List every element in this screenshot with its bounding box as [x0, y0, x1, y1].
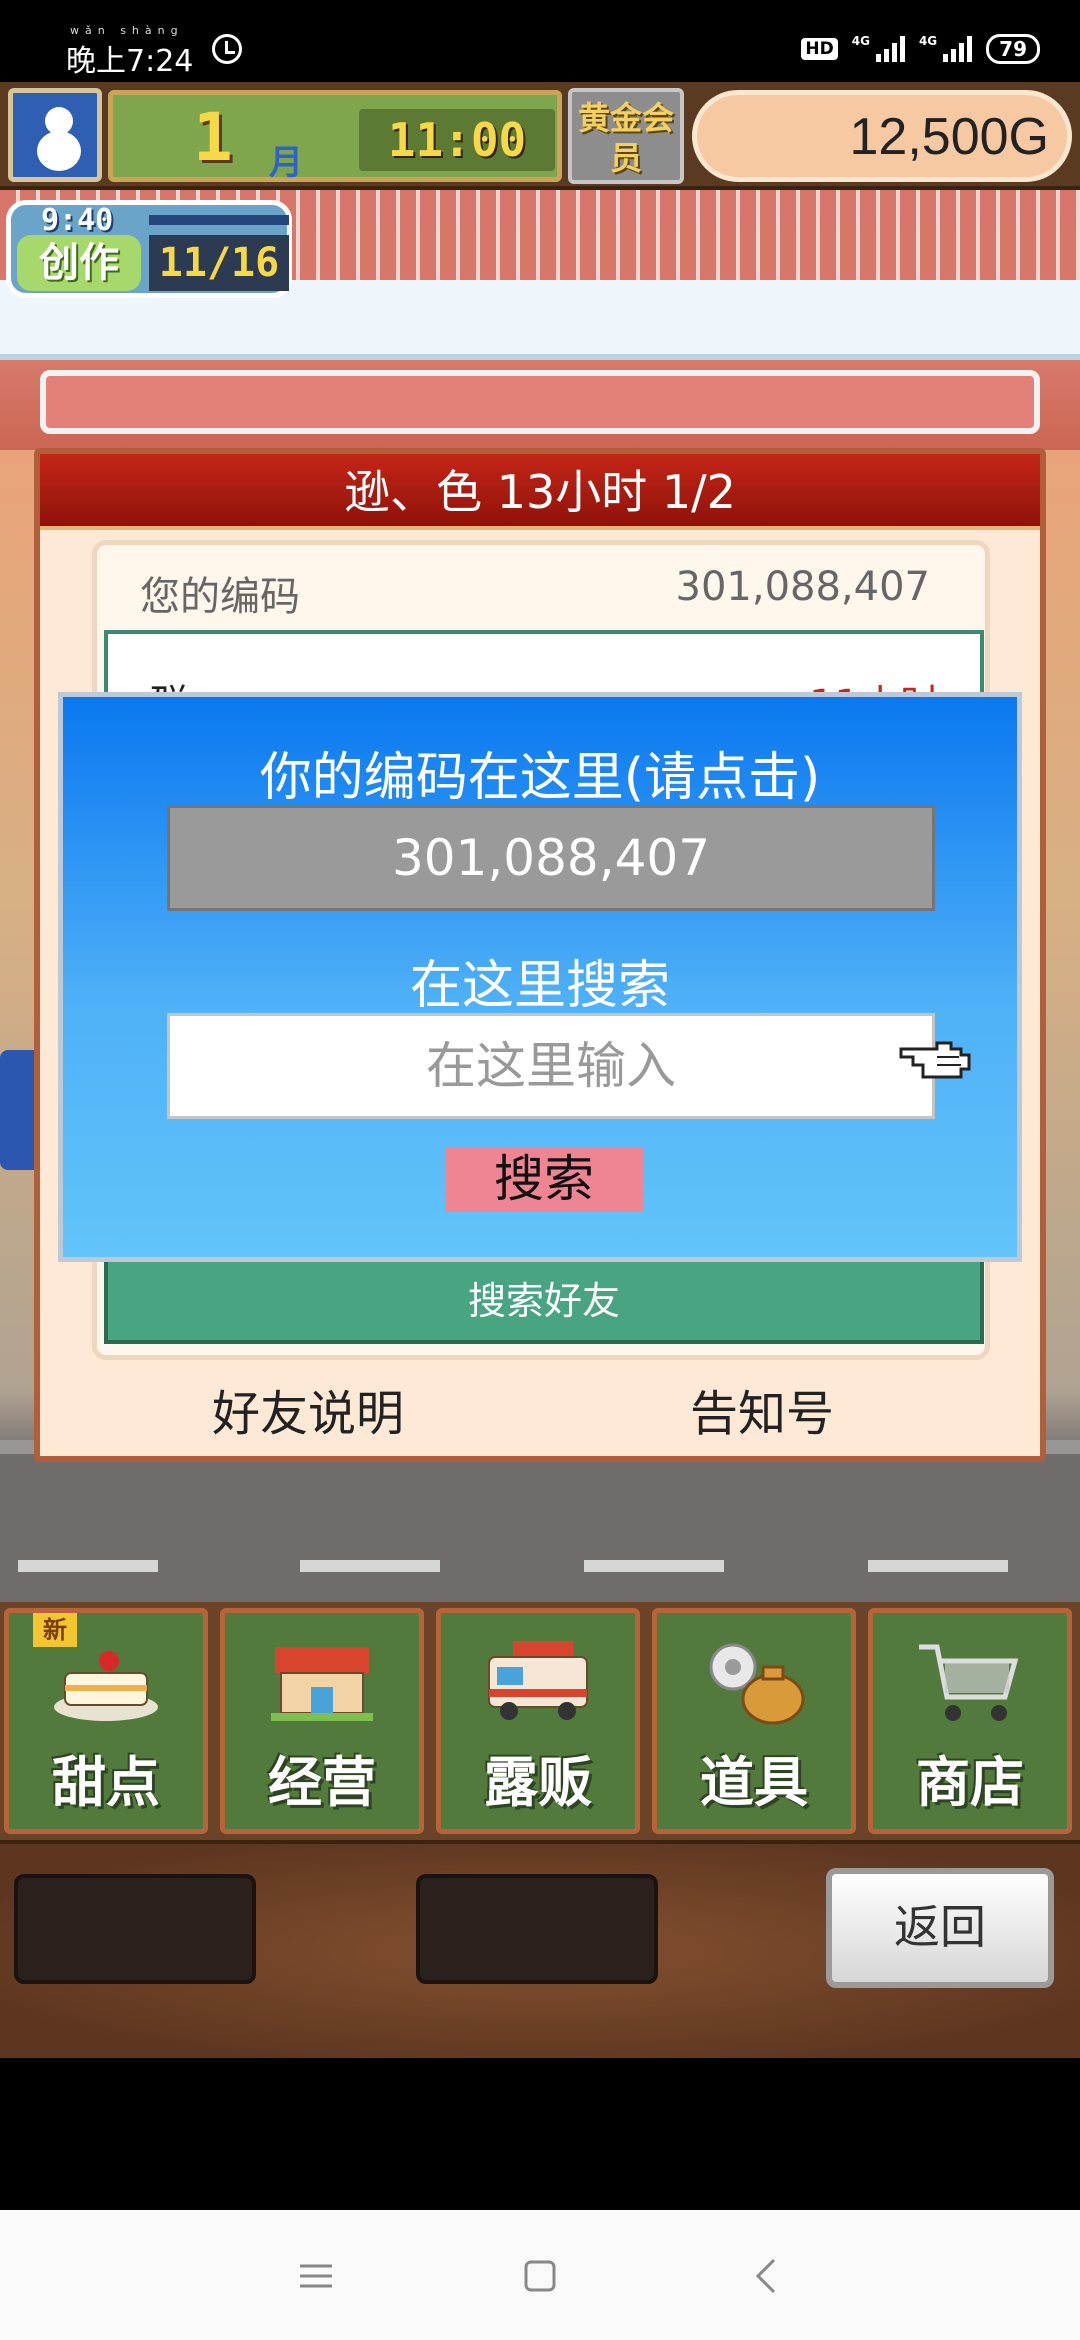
menu-icon[interactable]: [294, 2254, 338, 2298]
menu-item-store[interactable]: 商店: [868, 1608, 1072, 1834]
menu-label: 经营: [268, 1751, 376, 1814]
status-bar: wǎn shàng 晚上7:24 HD 4G 4G 79: [0, 0, 1080, 82]
back-button[interactable]: 返回: [826, 1868, 1054, 1988]
game-top-bar: 1 月 11:00 黄金会员 12,500G: [0, 82, 1080, 190]
character-sprite: [0, 1050, 34, 1170]
signal-icon: [875, 36, 905, 62]
road-dash: [584, 1560, 724, 1572]
road-dash: [868, 1560, 1008, 1572]
back-arrow-icon[interactable]: [746, 2254, 790, 2298]
menu-item-items[interactable]: 道具: [652, 1608, 856, 1834]
shopping-cart-icon: [919, 1644, 1019, 1721]
new-badge: 新: [33, 1613, 77, 1647]
road-dash: [18, 1560, 158, 1572]
creation-progress: 11/16: [149, 235, 289, 291]
creation-label: 创作: [17, 235, 141, 291]
snowman-body: [37, 131, 81, 171]
menu-label: 商店: [916, 1751, 1024, 1814]
bottom-menu: 新 甜点 经营 露贩 道具 商店: [0, 1602, 1080, 1840]
battery-icon: 79: [986, 34, 1040, 64]
signal-icon: [943, 36, 973, 62]
search-dialog: 你的编码在这里(请点击) 301,088,407 在这里搜索 搜索: [58, 692, 1022, 1262]
your-code-label: 您的编码: [140, 574, 300, 620]
status-time: 晚上7:24: [66, 44, 194, 79]
menu-label: 甜点: [52, 1751, 160, 1814]
creation-time: 9:40: [41, 203, 114, 238]
cake-icon: [54, 1651, 158, 1721]
home-icon[interactable]: [518, 2254, 562, 2298]
money-display: 12,500G: [692, 90, 1072, 182]
avatar[interactable]: [8, 88, 102, 182]
month-number: 1: [193, 99, 233, 176]
money-value: 12,500G: [849, 108, 1050, 166]
status-indicators: HD 4G 4G 79: [801, 34, 1040, 64]
your-code-value: 301,088,407: [675, 564, 930, 610]
network-type-2: 4G: [918, 34, 938, 48]
menu-label: 道具: [700, 1751, 808, 1814]
network-type-1: 4G: [851, 34, 870, 48]
notice-id-link[interactable]: 告知号: [690, 1374, 834, 1444]
search-input[interactable]: [167, 1013, 935, 1119]
game-clock: 11:00: [359, 109, 555, 171]
empty-slot: [416, 1874, 658, 1984]
roof-sign: [40, 370, 1040, 434]
my-code-box[interactable]: 301,088,407: [167, 805, 935, 911]
date-display: 1 月 11:00: [108, 90, 562, 183]
hd-badge: HD: [801, 38, 838, 60]
month-unit: 月: [269, 143, 303, 183]
gold-member-badge[interactable]: 黄金会员: [568, 88, 684, 184]
system-nav-bar: [0, 2210, 1080, 2340]
search-friend-button[interactable]: 搜索好友: [104, 1254, 984, 1344]
shop-icon: [271, 1647, 373, 1721]
search-label: 在这里搜索: [409, 956, 670, 1016]
items-bag-icon: [709, 1643, 805, 1725]
panel-title: 逊、色 13小时 1/2: [40, 454, 1040, 530]
road-dash: [300, 1560, 440, 1572]
footer-area: 返回: [0, 1840, 1080, 2058]
pointer-hand-icon: [899, 1041, 971, 1079]
menu-item-stall[interactable]: 露贩: [436, 1608, 640, 1834]
dialog-title: 你的编码在这里(请点击): [259, 748, 821, 808]
menu-item-dessert[interactable]: 新 甜点: [4, 1608, 208, 1834]
search-button[interactable]: 搜索: [445, 1147, 643, 1211]
road: [0, 1440, 1080, 1605]
creation-timer-bar: [149, 215, 289, 225]
creation-status[interactable]: 9:40 创作 11/16: [6, 200, 292, 298]
alarm-icon: [212, 34, 242, 64]
empty-slot: [14, 1874, 256, 1984]
food-truck-icon: [488, 1641, 588, 1720]
menu-item-manage[interactable]: 经营: [220, 1608, 424, 1834]
menu-label: 露贩: [484, 1751, 592, 1814]
friend-help-link[interactable]: 好友说明: [212, 1374, 404, 1444]
